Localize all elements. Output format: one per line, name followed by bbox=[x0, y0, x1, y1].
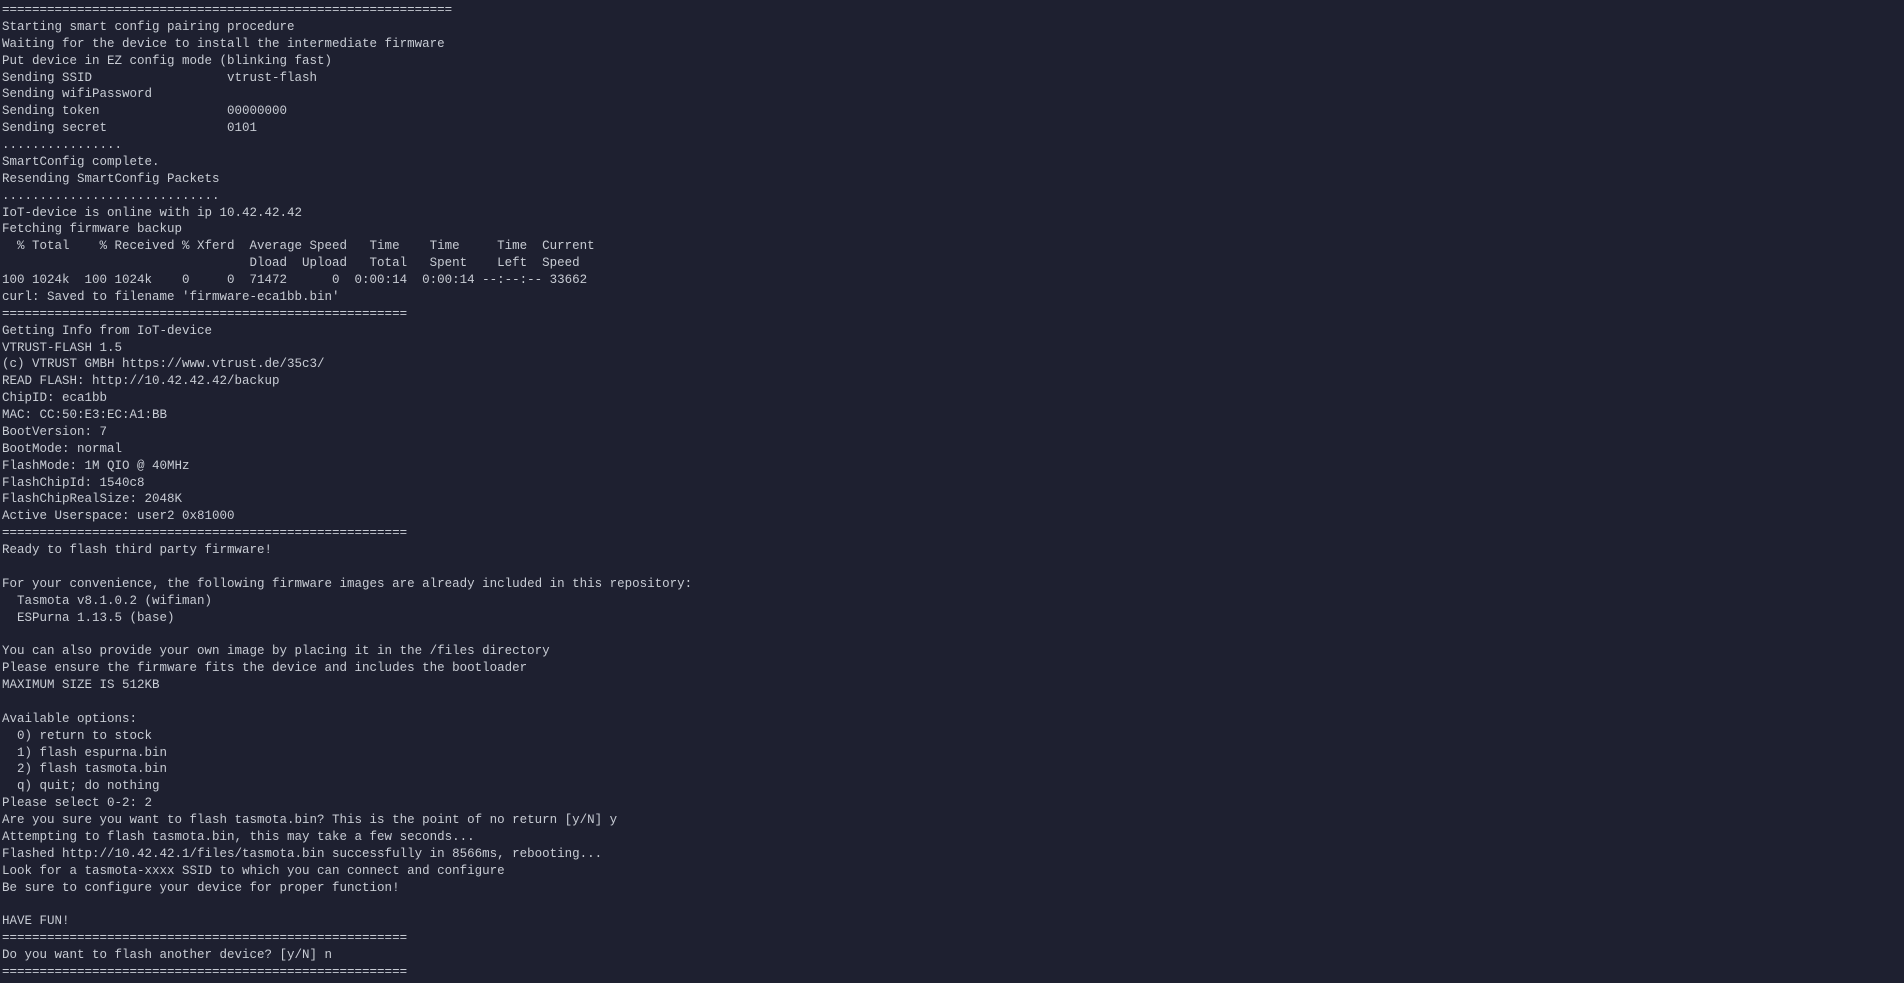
terminal-line: READ FLASH: http://10.42.42.42/backup bbox=[2, 373, 1902, 390]
terminal-line: ========================================… bbox=[2, 525, 1902, 542]
terminal-line: Tasmota v8.1.0.2 (wifiman) bbox=[2, 593, 1902, 610]
terminal-line: MAC: CC:50:E3:EC:A1:BB bbox=[2, 407, 1902, 424]
terminal-line: For your convenience, the following firm… bbox=[2, 576, 1902, 593]
terminal-line: Fetching firmware backup bbox=[2, 221, 1902, 238]
terminal-line: BootVersion: 7 bbox=[2, 424, 1902, 441]
terminal-line: Available options: bbox=[2, 711, 1902, 728]
terminal-line: HAVE FUN! bbox=[2, 913, 1902, 930]
terminal-line: Sending SSID vtrust-flash bbox=[2, 70, 1902, 87]
terminal-line: Flashed http://10.42.42.1/files/tasmota.… bbox=[2, 846, 1902, 863]
terminal-line: ========================================… bbox=[2, 306, 1902, 323]
terminal-line: ========================================… bbox=[2, 964, 1902, 981]
terminal-line: ========================================… bbox=[2, 930, 1902, 947]
terminal-line: ESPurna 1.13.5 (base) bbox=[2, 610, 1902, 627]
terminal-line: ................ bbox=[2, 137, 1902, 154]
terminal-line: 2) flash tasmota.bin bbox=[2, 761, 1902, 778]
terminal-line: (c) VTRUST GMBH https://www.vtrust.de/35… bbox=[2, 356, 1902, 373]
terminal-line: Dload Upload Total Spent Left Speed bbox=[2, 255, 1902, 272]
terminal-line: Be sure to configure your device for pro… bbox=[2, 880, 1902, 897]
terminal-line: Do you want to flash another device? [y/… bbox=[2, 947, 1902, 964]
terminal-line: SmartConfig complete. bbox=[2, 154, 1902, 171]
terminal-line: FlashMode: 1M QIO @ 40MHz bbox=[2, 458, 1902, 475]
terminal-line: Look for a tasmota-xxxx SSID to which yo… bbox=[2, 863, 1902, 880]
terminal-line: MAXIMUM SIZE IS 512KB bbox=[2, 677, 1902, 694]
terminal-line: curl: Saved to filename 'firmware-eca1bb… bbox=[2, 289, 1902, 306]
terminal-line: FlashChipId: 1540c8 bbox=[2, 475, 1902, 492]
terminal-line: Put device in EZ config mode (blinking f… bbox=[2, 53, 1902, 70]
terminal-line: Ready to flash third party firmware! bbox=[2, 542, 1902, 559]
terminal-line: Please ensure the firmware fits the devi… bbox=[2, 660, 1902, 677]
terminal-line: 1) flash espurna.bin bbox=[2, 745, 1902, 762]
terminal-line: ChipID: eca1bb bbox=[2, 390, 1902, 407]
terminal-line: % Total % Received % Xferd Average Speed… bbox=[2, 238, 1902, 255]
terminal-line bbox=[2, 559, 1902, 576]
terminal-line: Are you sure you want to flash tasmota.b… bbox=[2, 812, 1902, 829]
terminal-line: Attempting to flash tasmota.bin, this ma… bbox=[2, 829, 1902, 846]
terminal-line: ========================================… bbox=[2, 2, 1902, 19]
terminal-line: Sending wifiPassword bbox=[2, 86, 1902, 103]
terminal-line: Getting Info from IoT-device bbox=[2, 323, 1902, 340]
terminal-line: Starting smart config pairing procedure bbox=[2, 19, 1902, 36]
terminal-line bbox=[2, 694, 1902, 711]
terminal-line: Waiting for the device to install the in… bbox=[2, 36, 1902, 53]
terminal-line: BootMode: normal bbox=[2, 441, 1902, 458]
terminal-line bbox=[2, 896, 1902, 913]
terminal-line: Please select 0-2: 2 bbox=[2, 795, 1902, 812]
terminal-line: 100 1024k 100 1024k 0 0 71472 0 0:00:14 … bbox=[2, 272, 1902, 289]
terminal-line: Sending token 00000000 bbox=[2, 103, 1902, 120]
terminal-line: 0) return to stock bbox=[2, 728, 1902, 745]
terminal-line: Resending SmartConfig Packets bbox=[2, 171, 1902, 188]
terminal-line: You can also provide your own image by p… bbox=[2, 643, 1902, 660]
terminal-line: VTRUST-FLASH 1.5 bbox=[2, 340, 1902, 357]
terminal-line: Active Userspace: user2 0x81000 bbox=[2, 508, 1902, 525]
terminal-output[interactable]: ========================================… bbox=[0, 0, 1904, 983]
terminal-line: Sending secret 0101 bbox=[2, 120, 1902, 137]
terminal-line: IoT-device is online with ip 10.42.42.42 bbox=[2, 205, 1902, 222]
terminal-line: q) quit; do nothing bbox=[2, 778, 1902, 795]
terminal-line: ............................. bbox=[2, 188, 1902, 205]
terminal-line: FlashChipRealSize: 2048K bbox=[2, 491, 1902, 508]
terminal-line bbox=[2, 626, 1902, 643]
